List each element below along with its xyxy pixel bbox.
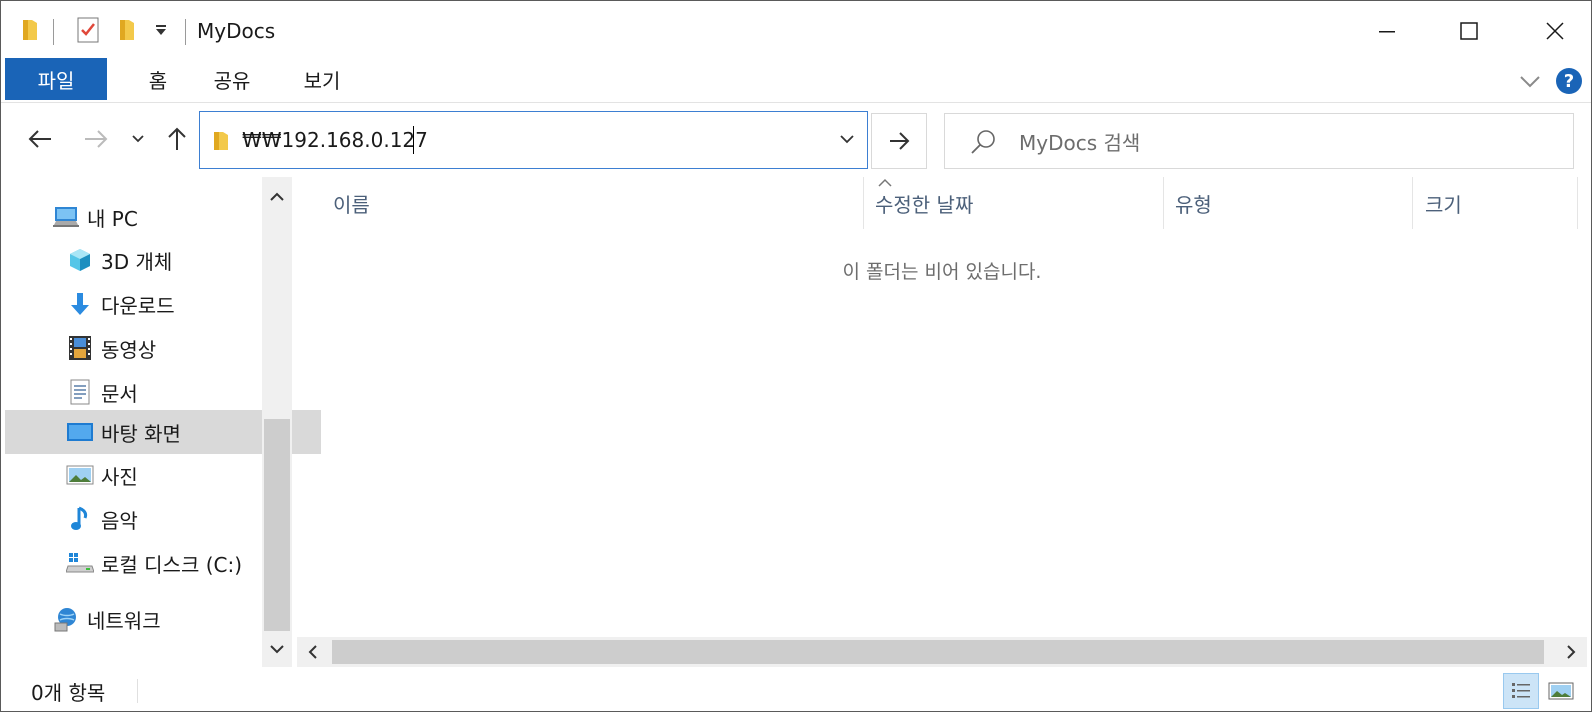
forward-button[interactable] — [79, 119, 113, 159]
customize-toolbar-icon[interactable] — [151, 15, 171, 45]
address-bar[interactable]: ₩₩192.168.0.127 — [199, 111, 868, 169]
document-icon — [65, 377, 95, 407]
nav-item-label: 내 PC — [87, 206, 138, 231]
divider — [53, 19, 54, 45]
column-divider[interactable] — [1412, 177, 1413, 229]
minimize-button[interactable] — [1357, 9, 1417, 53]
scroll-right-button[interactable] — [1559, 640, 1583, 664]
download-icon — [65, 289, 95, 319]
chevron-down-icon — [1520, 76, 1540, 88]
tab-file[interactable]: 파일 — [5, 58, 107, 100]
title-bar: MyDocs — [1, 1, 1591, 57]
file-explorer-window: MyDocs 파일 홈 공유 보기 ? ₩₩192.168.0.127 MyDo… — [0, 0, 1592, 712]
large-icons-view-icon — [1548, 682, 1574, 700]
nav-item-label: 다운로드 — [101, 293, 175, 318]
chevron-up-icon — [270, 192, 284, 201]
ribbon-tabs: 파일 홈 공유 보기 ? — [1, 58, 1591, 103]
back-button[interactable] — [23, 119, 57, 159]
chevron-right-icon — [1567, 645, 1576, 659]
column-header-date-modified[interactable]: 수정한 날짜 — [875, 177, 1155, 229]
status-bar: 0개 항목 — [1, 669, 1591, 711]
column-header-size[interactable]: 크기 — [1425, 177, 1565, 229]
close-button[interactable] — [1525, 9, 1585, 53]
empty-folder-message: 이 폴더는 비어 있습니다. — [842, 261, 1042, 283]
tab-home[interactable]: 홈 — [127, 58, 189, 100]
up-button[interactable] — [161, 119, 193, 159]
chevron-down-icon — [840, 135, 854, 144]
arrow-up-icon — [168, 127, 186, 150]
desktop-icon — [65, 417, 95, 447]
column-divider[interactable] — [1163, 177, 1164, 229]
tab-share[interactable]: 공유 — [197, 58, 267, 100]
column-header-name[interactable]: 이름 — [333, 177, 853, 229]
window-title: MyDocs — [197, 19, 276, 43]
nav-item-label: 문서 — [101, 381, 138, 406]
nav-item-label: 음악 — [101, 508, 138, 533]
network-icon — [51, 604, 81, 634]
scroll-down-button[interactable] — [262, 637, 292, 661]
address-history-dropdown[interactable] — [839, 128, 855, 154]
scroll-up-button[interactable] — [262, 185, 292, 209]
scroll-thumb[interactable] — [332, 640, 1544, 664]
maximize-icon — [1460, 22, 1478, 40]
nav-item-label: 3D 개체 — [101, 249, 173, 274]
arrow-right-icon — [85, 130, 108, 148]
nav-item-label: 바탕 화면 — [101, 421, 181, 446]
file-list: 이름 수정한 날짜 유형 크기 이 폴더는 비어 있습니다. — [297, 177, 1587, 637]
item-count: 0개 항목 — [31, 681, 106, 705]
video-icon — [65, 333, 95, 363]
chevron-left-icon — [308, 645, 317, 659]
nav-item-label: 사진 — [101, 464, 138, 489]
scroll-left-button[interactable] — [301, 640, 325, 664]
chevron-down-icon — [132, 135, 144, 143]
new-folder-icon[interactable] — [115, 15, 139, 45]
text-caret — [413, 126, 414, 154]
maximize-button[interactable] — [1439, 9, 1499, 53]
details-view-button[interactable] — [1503, 673, 1539, 709]
chevron-down-icon — [270, 645, 284, 654]
column-header-type[interactable]: 유형 — [1175, 177, 1405, 229]
properties-icon[interactable] — [73, 15, 103, 45]
navigation-pane: 내 PC 3D 개체 다운로드 동영상 문서 바탕 화면 사진 음악 로컬 디스… — [1, 177, 321, 667]
navigation-pane-scrollbar[interactable] — [262, 177, 292, 667]
details-view-icon — [1512, 683, 1530, 698]
search-input[interactable] — [1017, 128, 1541, 158]
go-button[interactable] — [871, 113, 927, 169]
column-divider[interactable] — [863, 177, 864, 229]
expand-ribbon-button[interactable] — [1517, 68, 1543, 94]
music-icon — [65, 504, 95, 534]
3d-objects-icon — [65, 245, 95, 275]
minimize-icon — [1379, 31, 1395, 33]
tab-view[interactable]: 보기 — [289, 58, 355, 100]
folder-icon — [19, 15, 41, 45]
close-icon — [1546, 22, 1564, 40]
this-pc-icon — [51, 202, 81, 232]
folder-icon — [212, 130, 230, 156]
large-icons-view-button[interactable] — [1543, 673, 1579, 709]
column-divider[interactable] — [1577, 177, 1578, 229]
recent-locations-button[interactable] — [127, 119, 149, 159]
horizontal-scrollbar[interactable] — [297, 637, 1587, 667]
address-path[interactable]: ₩₩192.168.0.127 — [242, 128, 428, 152]
search-box[interactable] — [944, 113, 1574, 169]
pictures-icon — [65, 460, 95, 490]
search-icon — [969, 128, 997, 160]
divider — [185, 19, 186, 45]
arrow-left-icon — [28, 130, 51, 148]
help-icon: ? — [1563, 70, 1575, 92]
scroll-thumb[interactable] — [264, 419, 290, 631]
nav-item-label: 로컬 디스크 (C:) — [101, 552, 243, 577]
nav-item-label: 네트워크 — [87, 608, 161, 633]
arrow-right-icon — [890, 132, 910, 150]
nav-item-label: 동영상 — [101, 337, 157, 362]
divider — [137, 679, 138, 703]
local-disk-icon — [65, 548, 95, 578]
help-button[interactable]: ? — [1556, 68, 1582, 94]
